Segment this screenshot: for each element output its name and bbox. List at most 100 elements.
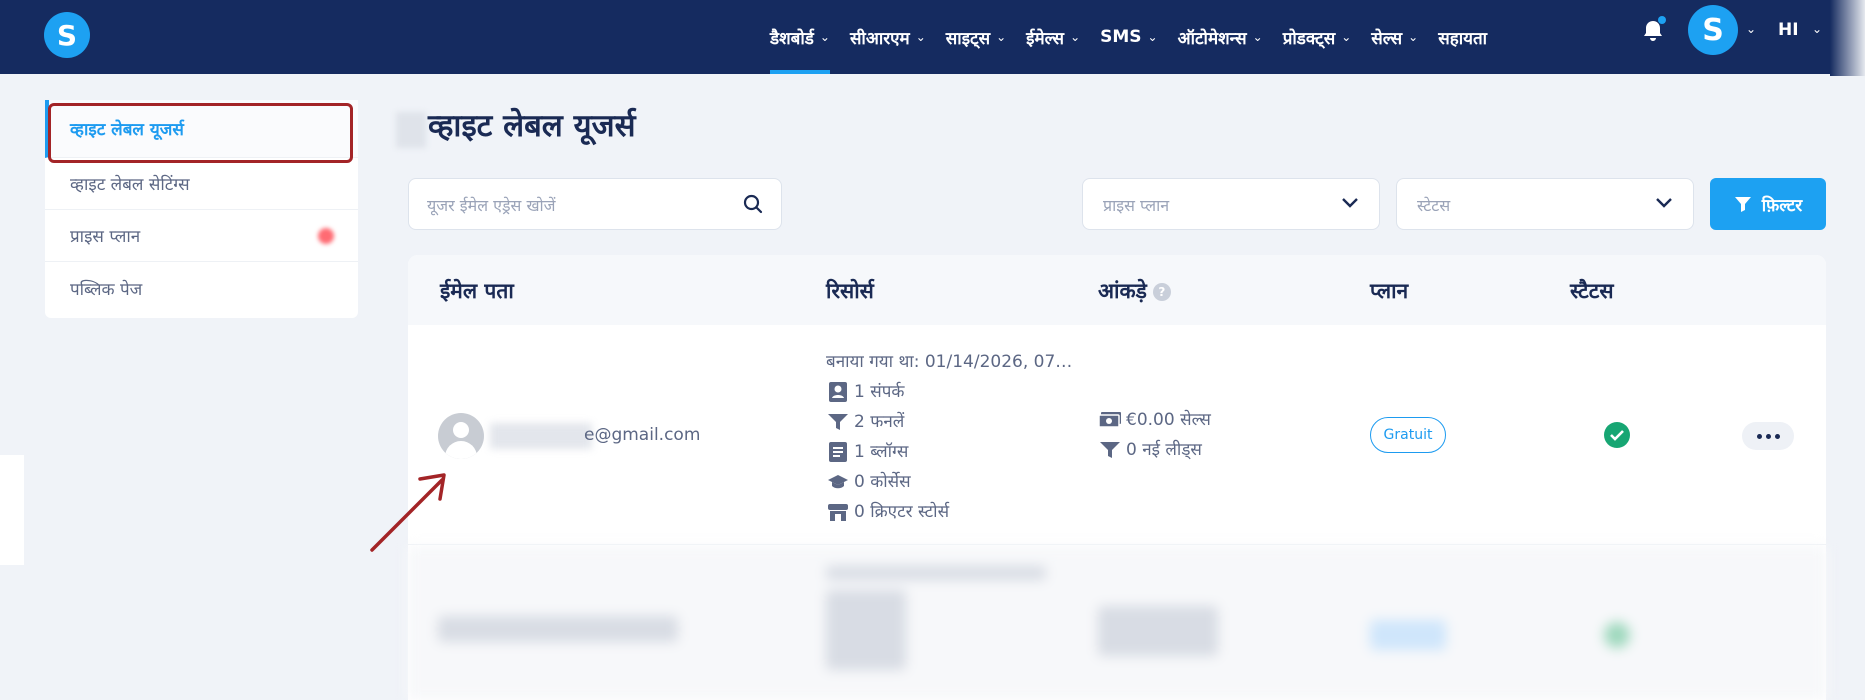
chevron-down-icon: ⌄ [1252,30,1263,44]
email-redacted [490,423,592,449]
nav-label: ऑटोमेशन्स [1177,28,1247,49]
search-box [408,178,782,230]
chevron-down-icon [1656,198,1672,208]
search-icon[interactable] [743,194,763,214]
nav-emails[interactable]: ईमेल्स ⌄ [1016,0,1090,74]
table-row-blurred [408,546,1826,700]
notification-badge [318,228,334,244]
sidebar-item-public-page[interactable]: पब्लिक पेज [45,262,358,314]
annotation-arrow-icon [370,473,446,552]
column-header-plan: प्लान [1370,279,1409,303]
chevron-down-icon: ⌄ [915,30,926,44]
logo-letter: S [56,18,78,52]
nav-label: डैशबोर्ड [770,28,814,49]
funnel-icon [826,410,850,434]
main-nav: डैशबोर्ड ⌄ सीआरएम ⌄ साइट्स ⌄ ईमेल्स ⌄ SMS ⌄ ऑ… [760,0,1497,74]
select-placeholder: प्राइस प्लान [1103,196,1170,215]
resource-courses: 0 कोर्सेस [826,467,1072,497]
nav-sms[interactable]: SMS ⌄ [1090,0,1167,74]
language-selector[interactable]: HI [1778,20,1799,40]
resource-blogs: 1 ब्लॉग्स [826,437,1072,467]
plan-badge: Gratuit [1370,417,1446,453]
filter-icon [1734,197,1751,212]
chevron-down-icon: ⌄ [1408,30,1419,44]
resource-stores: 0 क्रिएटर स्टोर्स [826,497,1072,527]
document-icon [826,440,850,464]
table-header: ईमेल पता रिसोर्स आंकड़े? प्लान स्टैटस [408,255,1826,325]
app-logo[interactable]: S [44,12,90,58]
user-avatar[interactable]: S [1688,5,1738,55]
created-date-text: बनाया गया था: 01/14/2026, 07… [826,352,1073,372]
nav-sales[interactable]: सेल्स ⌄ [1361,0,1428,74]
filter-button-label: फ़िल्टर [1761,195,1803,216]
top-navbar: S डैशबोर्ड ⌄ सीआरएम ⌄ साइट्स ⌄ ईमेल्स ⌄ SMS ⌄… [0,0,1865,74]
resource-contacts: 1 संपर्क [826,377,1072,407]
sidebar: व्हाइट लेबल यूजर्स व्हाइट लेबल सेटिंग्स … [45,100,358,318]
filter-button[interactable]: फ़िल्टर [1710,178,1826,230]
nav-label: ईमेल्स [1026,28,1065,49]
resource-funnels: 2 फनलें [826,407,1072,437]
chevron-down-icon[interactable]: ⌄ [1812,22,1822,36]
column-header-status: स्टैटस [1570,279,1614,303]
bell-icon[interactable] [1638,14,1668,48]
status-check-icon [1604,422,1630,448]
contact-card-icon [826,380,850,404]
resource-text: 0 कोर्सेस [854,472,911,492]
chevron-down-icon: ⌄ [1147,30,1158,44]
status-select[interactable]: स्टेटस [1396,178,1694,230]
resource-text: 1 संपर्क [854,382,905,402]
help-icon[interactable]: ? [1152,283,1171,301]
window-edge [0,455,24,565]
chevron-down-icon [1342,198,1358,208]
notification-dot [1658,16,1666,24]
funnel-icon [1098,438,1122,462]
stat-leads: 0 नई लीड्स [1098,435,1211,465]
chevron-down-icon: ⌄ [996,30,1007,44]
money-icon [1098,408,1122,432]
page-title: व्हाइट लेबल यूजर्स [428,108,636,144]
column-header-stats: आंकड़े? [1098,277,1171,305]
nav-sites[interactable]: साइट्स ⌄ [936,0,1016,74]
sidebar-item-label: व्हाइट लेबल सेटिंग्स [70,175,190,195]
user-email[interactable]: e@gmail.com [584,425,700,445]
nav-label: SMS [1100,27,1142,47]
column-header-label: आंकड़े [1098,279,1147,303]
stat-text: 0 नई लीड्स [1126,440,1202,460]
store-icon [826,500,850,524]
created-date: बनाया गया था: 01/14/2026, 07… [826,347,1072,377]
chevron-down-icon[interactable]: ⌄ [1746,22,1756,36]
column-header-resources: रिसोर्स [826,279,874,303]
price-plan-select[interactable]: प्राइस प्लान [1082,178,1380,230]
users-table: ईमेल पता रिसोर्स आंकड़े? प्लान स्टैटस e@… [408,255,1826,700]
sidebar-item-white-label-settings[interactable]: व्हाइट लेबल सेटिंग्स [45,158,358,210]
chevron-down-icon: ⌄ [819,30,830,44]
column-header-email: ईमेल पता [440,279,514,303]
resources-list: बनाया गया था: 01/14/2026, 07… 1 संपर्क 2… [826,347,1072,527]
nav-label: सीआरएम [849,28,910,49]
page-title-icon [396,112,426,148]
table-row: e@gmail.com बनाया गया था: 01/14/2026, 07… [408,325,1826,545]
chevron-down-icon: ⌄ [1341,30,1352,44]
select-placeholder: स्टेटस [1417,196,1451,215]
sidebar-item-price-plan[interactable]: प्राइस प्लान [45,210,358,262]
window-edge [1830,0,1865,76]
nav-help[interactable]: सहायता [1428,0,1497,74]
chevron-down-icon: ⌄ [1070,30,1081,44]
nav-dashboard[interactable]: डैशबोर्ड ⌄ [760,0,840,74]
nav-label: सहायता [1438,28,1488,49]
nav-label: सेल्स [1371,28,1403,49]
more-options-button[interactable] [1742,422,1794,450]
user-avatar-icon [438,413,484,459]
resource-text: 0 क्रिएटर स्टोर्स [854,502,950,522]
search-input[interactable] [427,193,727,217]
stat-text: €0.00 सेल्स [1126,410,1211,430]
sidebar-item-white-label-users[interactable]: व्हाइट लेबल यूजर्स [45,100,358,158]
nav-automations[interactable]: ऑटोमेशन्स ⌄ [1168,0,1273,74]
sidebar-item-label: व्हाइट लेबल यूजर्स [70,120,184,140]
resource-text: 1 ब्लॉग्स [854,442,909,462]
nav-products[interactable]: प्रोडक्ट्स ⌄ [1273,0,1362,74]
nav-crm[interactable]: सीआरएम ⌄ [840,0,936,74]
stats-list: €0.00 सेल्स 0 नई लीड्स [1098,405,1211,465]
sidebar-item-label: पब्लिक पेज [70,279,143,300]
nav-label: प्रोडक्ट्स [1282,28,1336,49]
